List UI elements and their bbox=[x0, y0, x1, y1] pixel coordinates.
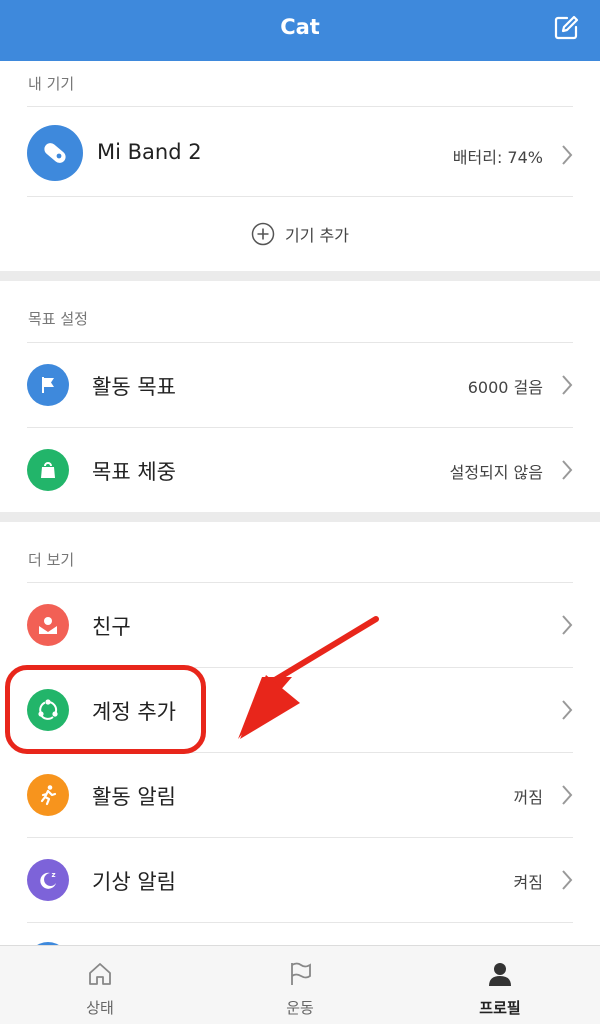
wake-alarm-label: 기상 알림 bbox=[92, 870, 176, 894]
chevron-right-icon bbox=[562, 785, 573, 805]
friends-label: 친구 bbox=[92, 615, 131, 639]
activity-alert-value: 꺼짐 bbox=[513, 788, 543, 807]
goals-section: 목표 설정 활동 목표 6000 걸음 목표 체중 설정되지 않음 bbox=[0, 281, 600, 512]
wake-alarm-row[interactable]: z 기상 알림 켜짐 bbox=[0, 838, 600, 922]
activity-goal-row[interactable]: 활동 목표 6000 걸음 bbox=[0, 343, 600, 427]
moon-icon: z bbox=[27, 859, 69, 901]
device-name: Mi Band 2 bbox=[97, 140, 202, 164]
add-account-label: 계정 추가 bbox=[92, 700, 176, 724]
svg-text:z: z bbox=[52, 871, 56, 879]
plus-circle-icon bbox=[251, 222, 275, 246]
chevron-right-icon bbox=[562, 460, 573, 480]
tab-workout-label: 운동 bbox=[286, 999, 314, 1017]
weight-goal-value: 설정되지 않음 bbox=[449, 463, 543, 482]
profile-content[interactable]: 내 기기 Mi Band 2 배터리: 74% 기기 추가 목표 설정 활동 목… bbox=[0, 61, 600, 945]
chevron-right-icon bbox=[562, 870, 573, 890]
wake-alarm-value: 켜짐 bbox=[513, 873, 543, 892]
chevron-right-icon bbox=[562, 145, 573, 165]
edit-icon[interactable] bbox=[552, 14, 580, 42]
section-gap bbox=[0, 512, 600, 522]
tab-status[interactable]: 상태 bbox=[0, 946, 200, 1024]
tab-status-label: 상태 bbox=[86, 999, 114, 1017]
activity-alert-row[interactable]: 활동 알림 꺼짐 bbox=[0, 753, 600, 837]
add-device-label: 기기 추가 bbox=[285, 226, 349, 245]
chevron-right-icon bbox=[562, 375, 573, 395]
band-icon bbox=[27, 125, 83, 181]
tab-profile-label: 프로필 bbox=[479, 999, 521, 1017]
activity-goal-label: 활동 목표 bbox=[92, 375, 176, 399]
home-icon bbox=[89, 963, 111, 985]
section-gap bbox=[0, 271, 600, 281]
activity-goal-value: 6000 걸음 bbox=[467, 378, 543, 397]
divider bbox=[27, 106, 573, 107]
more-section: 더 보기 친구 계정 추가 활동 알림 꺼짐 z 기상 알림 켜짐 bbox=[0, 522, 600, 945]
running-icon bbox=[27, 774, 69, 816]
flag-icon bbox=[27, 364, 69, 406]
app-header: Cat bbox=[0, 0, 600, 61]
chevron-right-icon bbox=[562, 700, 573, 720]
add-device-button[interactable]: 기기 추가 bbox=[0, 197, 600, 271]
section-label-goals: 목표 설정 bbox=[28, 310, 88, 328]
weight-goal-row[interactable]: 목표 체중 설정되지 않음 bbox=[0, 428, 600, 512]
add-account-row[interactable]: 계정 추가 bbox=[0, 668, 600, 752]
activity-alert-label: 활동 알림 bbox=[92, 785, 176, 809]
bottom-tab-bar: 상태 운동 프로필 bbox=[0, 945, 600, 1024]
battery-status: 배터리: 74% bbox=[452, 148, 543, 167]
section-label-my-devices: 내 기기 bbox=[28, 75, 75, 93]
flag-outline-icon bbox=[291, 962, 311, 985]
tab-profile[interactable]: 프로필 bbox=[400, 946, 600, 1024]
weight-goal-label: 목표 체중 bbox=[92, 460, 176, 484]
page-title: Cat bbox=[280, 15, 320, 39]
divider bbox=[27, 922, 573, 923]
section-label-more: 더 보기 bbox=[28, 551, 75, 569]
weight-bag-icon bbox=[27, 449, 69, 491]
friends-icon bbox=[27, 604, 69, 646]
person-icon bbox=[489, 963, 511, 986]
tab-workout[interactable]: 운동 bbox=[200, 946, 400, 1024]
my-devices-section: 내 기기 Mi Band 2 배터리: 74% 기기 추가 bbox=[0, 61, 600, 271]
device-row-mi-band[interactable]: Mi Band 2 배터리: 74% bbox=[0, 111, 600, 195]
add-account-icon bbox=[27, 689, 69, 731]
friends-row[interactable]: 친구 bbox=[0, 583, 600, 667]
chevron-right-icon bbox=[562, 615, 573, 635]
